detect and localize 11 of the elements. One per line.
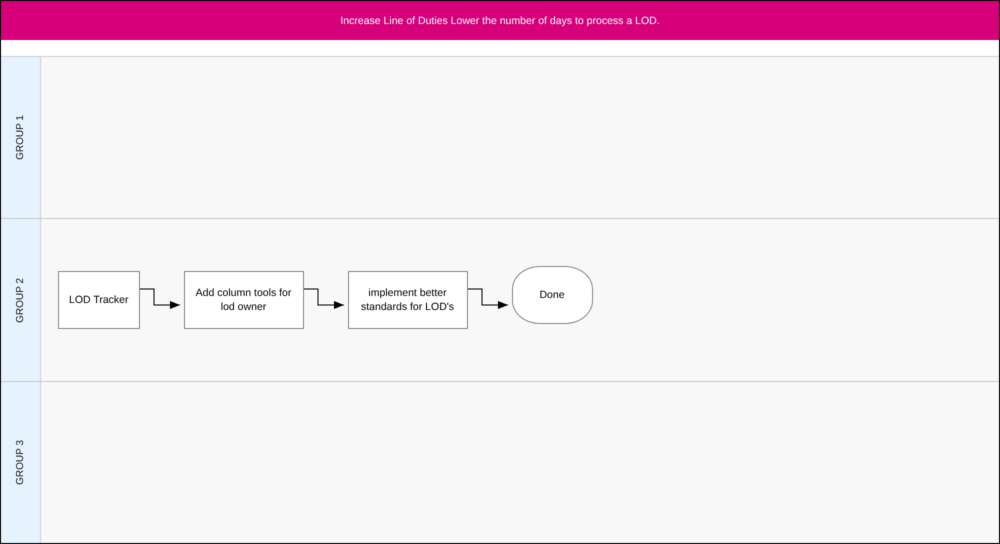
process-box: Add column tools for lod owner xyxy=(184,270,304,329)
connector-arrow xyxy=(140,288,180,309)
connector-arrow xyxy=(468,288,508,309)
lane-label: GROUP 2 xyxy=(15,278,26,322)
terminal-shape: Done xyxy=(512,266,593,324)
process-box: implement better standards for LOD's xyxy=(348,270,468,329)
process-box: LOD Tracker xyxy=(58,270,140,329)
lane-label: GROUP 1 xyxy=(15,115,26,160)
connector-arrow xyxy=(304,288,344,309)
banner-title: Increase Line of Duties Lower the number of days to process a LOD. xyxy=(340,14,660,26)
lane-label: GROUP 3 xyxy=(15,440,26,485)
